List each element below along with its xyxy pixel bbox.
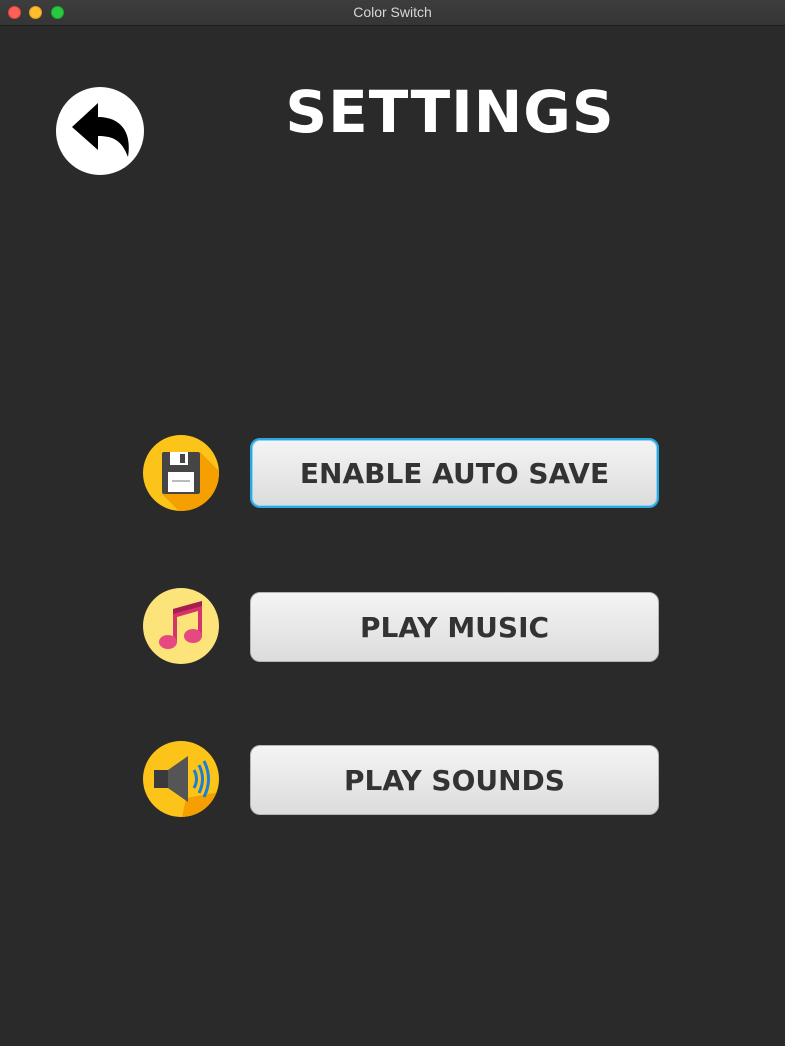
back-arrow-icon: [72, 103, 129, 157]
music-note-icon: [143, 588, 219, 664]
app-window: Color Switch SETTINGS ENABLE AUTO SAVE P…: [0, 0, 785, 1046]
back-button[interactable]: [56, 87, 144, 175]
play-music-button[interactable]: PLAY MUSIC: [250, 592, 659, 662]
speaker-icon: [143, 741, 219, 817]
page-title: SETTINGS: [285, 78, 615, 146]
enable-auto-save-button[interactable]: ENABLE AUTO SAVE: [250, 438, 659, 508]
floppy-disk-icon: [143, 435, 219, 511]
window-title: Color Switch: [353, 4, 432, 20]
window-titlebar: Color Switch: [0, 0, 785, 26]
play-sounds-button[interactable]: PLAY SOUNDS: [250, 745, 659, 815]
